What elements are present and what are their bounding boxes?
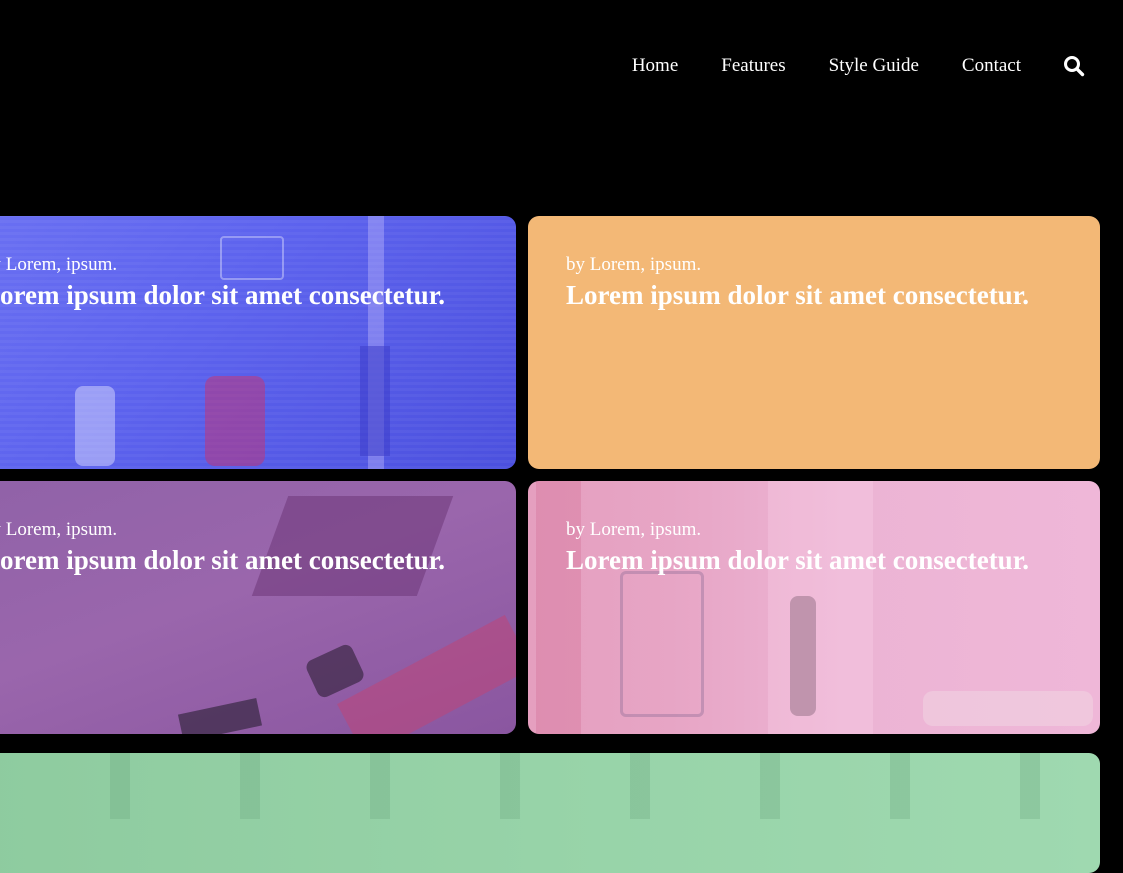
post-card[interactable]: by Lorem, ipsum. Lorem ipsum dolor sit a… (528, 481, 1100, 734)
card-photo-detail (620, 571, 704, 717)
nav-link-features[interactable]: Features (721, 55, 785, 77)
post-card[interactable]: by Lorem, ipsum. Lorem ipsum dolor sit a… (0, 481, 516, 734)
nav-link-contact[interactable]: Contact (962, 55, 1021, 77)
card-byline: by Lorem, ipsum. (0, 254, 118, 275)
card-text: by Lorem, ipsum. Lorem ipsum dolor sit a… (566, 254, 1080, 310)
card-photo-detail (923, 691, 1093, 726)
card-photo-detail (205, 376, 265, 466)
search-icon[interactable] (1063, 55, 1085, 77)
card-photo-detail (75, 386, 115, 466)
card-title[interactable]: Lorem ipsum dolor sit amet consectetur. (566, 545, 1080, 575)
nav-links: Home Features Style Guide Contact (632, 55, 1123, 77)
card-byline: by Lorem, ipsum. (0, 519, 118, 540)
card-title[interactable]: Lorem ipsum dolor sit amet consectetur. (566, 280, 1080, 310)
nav-link-home[interactable]: Home (632, 55, 678, 77)
card-byline: by Lorem, ipsum. (566, 519, 702, 540)
post-card[interactable] (0, 753, 1100, 873)
top-nav: Home Features Style Guide Contact (0, 0, 1123, 130)
card-photo-detail (0, 753, 1100, 819)
card-text: by Lorem, ipsum. Lorem ipsum dolor sit a… (566, 519, 1080, 575)
post-card[interactable]: by Lorem, ipsum. Lorem ipsum dolor sit a… (0, 216, 516, 469)
card-title[interactable]: Lorem ipsum dolor sit amet consectetur. (0, 280, 496, 310)
card-photo-detail (360, 346, 390, 456)
card-byline: by Lorem, ipsum. (566, 254, 702, 275)
post-card[interactable]: by Lorem, ipsum. Lorem ipsum dolor sit a… (528, 216, 1100, 469)
card-text: by Lorem, ipsum. Lorem ipsum dolor sit a… (0, 254, 496, 310)
nav-link-style-guide[interactable]: Style Guide (829, 55, 919, 77)
card-title[interactable]: Lorem ipsum dolor sit amet consectetur. (0, 545, 496, 575)
card-photo-detail (790, 596, 816, 716)
card-text: by Lorem, ipsum. Lorem ipsum dolor sit a… (0, 519, 496, 575)
